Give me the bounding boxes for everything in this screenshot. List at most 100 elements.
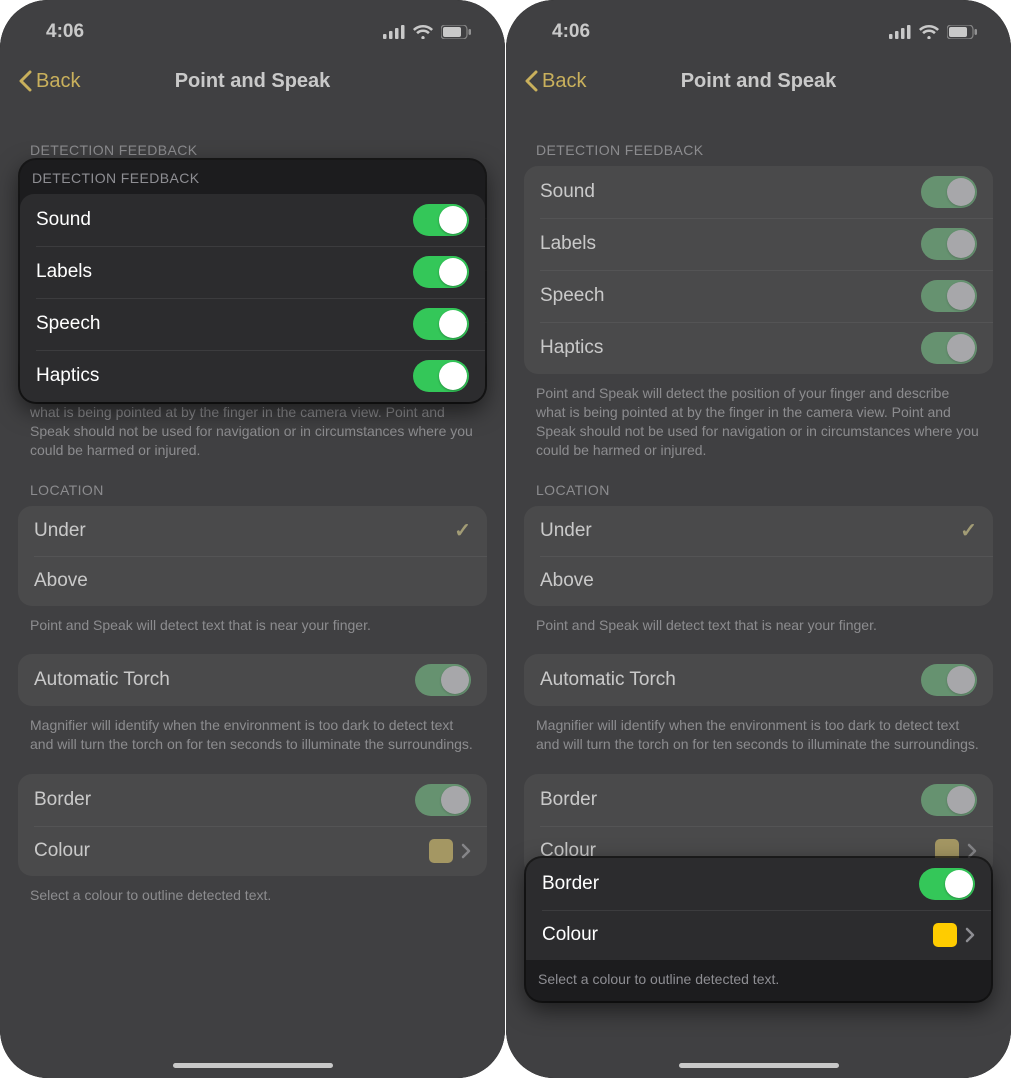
back-label: Back (36, 70, 80, 93)
chevron-right-icon (965, 927, 975, 943)
row-label: Above (540, 570, 594, 592)
torch-toggle[interactable] (415, 664, 471, 696)
row-border[interactable]: Border (524, 774, 993, 826)
location-footer: Point and Speak will detect text that is… (524, 606, 993, 641)
row-sound[interactable]: Sound (20, 194, 485, 246)
row-colour[interactable]: Colour (526, 910, 991, 960)
sound-toggle[interactable] (921, 176, 977, 208)
chevron-left-icon (524, 70, 538, 92)
location-group: Under ✓ Above (18, 506, 487, 606)
row-label: Labels (36, 261, 92, 283)
cellular-icon (889, 25, 911, 39)
row-label: Under (34, 520, 86, 542)
detection-group: Sound Labels Speech Haptics (20, 194, 485, 402)
detection-footer: Point and Speak will detect the position… (524, 374, 993, 466)
detection-group: Sound Labels Speech Haptics (524, 166, 993, 374)
status-time: 4:06 (46, 21, 84, 43)
nav-header: Back Point and Speak (0, 54, 505, 108)
row-label: Sound (36, 209, 91, 231)
row-label: Automatic Torch (540, 669, 676, 691)
back-button[interactable]: Back (524, 70, 586, 93)
colour-swatch (429, 839, 453, 863)
battery-icon (947, 25, 977, 39)
torch-footer: Magnifier will identify when the environ… (18, 706, 487, 760)
speech-toggle[interactable] (413, 308, 469, 340)
section-header-detection: DETECTION FEEDBACK (20, 160, 485, 194)
section-header-detection: DETECTION FEEDBACK (524, 126, 993, 166)
labels-toggle[interactable] (921, 228, 977, 260)
row-speech[interactable]: Speech (20, 298, 485, 350)
row-under[interactable]: Under ✓ (18, 506, 487, 556)
row-label: Border (542, 873, 599, 895)
status-bar: 4:06 (0, 0, 505, 54)
wifi-icon (413, 25, 433, 39)
chevron-right-icon (461, 843, 471, 859)
content: DETECTION FEEDBACK Sound Labels Speech (506, 108, 1011, 951)
row-speech[interactable]: Speech (524, 270, 993, 322)
haptics-toggle[interactable] (413, 360, 469, 392)
row-labels[interactable]: Labels (524, 218, 993, 270)
row-label: Under (540, 520, 592, 542)
row-label: Sound (540, 181, 595, 203)
row-torch[interactable]: Automatic Torch (524, 654, 993, 706)
border-toggle[interactable] (415, 784, 471, 816)
row-border[interactable]: Border (526, 858, 991, 910)
cellular-icon (383, 25, 405, 39)
row-haptics[interactable]: Haptics (524, 322, 993, 374)
border-footer: Select a colour to outline detected text… (18, 876, 487, 911)
phone-left: 4:06 Back Point and Speak DETECTION FEED… (0, 0, 505, 1078)
row-sound[interactable]: Sound (524, 166, 993, 218)
row-torch[interactable]: Automatic Torch (18, 654, 487, 706)
row-label: Speech (540, 285, 604, 307)
wifi-icon (919, 25, 939, 39)
row-label: Haptics (36, 365, 99, 387)
row-border[interactable]: Border (18, 774, 487, 826)
check-icon: ✓ (454, 518, 471, 543)
status-icons (383, 25, 471, 39)
border-toggle[interactable] (919, 868, 975, 900)
row-colour[interactable]: Colour (18, 826, 487, 876)
row-above[interactable]: Above (18, 556, 487, 606)
row-labels[interactable]: Labels (20, 246, 485, 298)
highlight-detection: DETECTION FEEDBACK Sound Labels Speech H… (20, 160, 485, 402)
row-label: Border (34, 789, 91, 811)
section-header-location: LOCATION (524, 466, 993, 506)
speech-toggle[interactable] (921, 280, 977, 312)
torch-group: Automatic Torch (18, 654, 487, 706)
highlight-border: Border Colour Select a colour to outline… (526, 858, 991, 1001)
row-under[interactable]: Under ✓ (524, 506, 993, 556)
chevron-right-icon (967, 843, 977, 859)
phone-right: 4:06 Back Point and Speak DETECTION FEED… (506, 0, 1011, 1078)
labels-toggle[interactable] (413, 256, 469, 288)
row-label: Haptics (540, 337, 603, 359)
status-bar: 4:06 (506, 0, 1011, 54)
section-header-location: LOCATION (18, 466, 487, 506)
row-label: Speech (36, 313, 100, 335)
border-toggle[interactable] (921, 784, 977, 816)
sound-toggle[interactable] (413, 204, 469, 236)
home-indicator[interactable] (679, 1063, 839, 1068)
row-label: Colour (542, 924, 598, 946)
status-time: 4:06 (552, 21, 590, 43)
row-label: Border (540, 789, 597, 811)
border-footer: Select a colour to outline detected text… (526, 960, 991, 1001)
border-group: Border Colour (526, 858, 991, 960)
border-group: Border Colour (18, 774, 487, 876)
location-group: Under ✓ Above (524, 506, 993, 606)
torch-group: Automatic Torch (524, 654, 993, 706)
torch-footer: Magnifier will identify when the environ… (524, 706, 993, 760)
back-label: Back (542, 70, 586, 93)
row-above[interactable]: Above (524, 556, 993, 606)
row-label: Colour (34, 840, 90, 862)
colour-swatch (933, 923, 957, 947)
row-label: Automatic Torch (34, 669, 170, 691)
status-icons (889, 25, 977, 39)
row-haptics[interactable]: Haptics (20, 350, 485, 402)
torch-toggle[interactable] (921, 664, 977, 696)
nav-header: Back Point and Speak (506, 54, 1011, 108)
battery-icon (441, 25, 471, 39)
location-footer: Point and Speak will detect text that is… (18, 606, 487, 641)
home-indicator[interactable] (173, 1063, 333, 1068)
back-button[interactable]: Back (18, 70, 80, 93)
haptics-toggle[interactable] (921, 332, 977, 364)
